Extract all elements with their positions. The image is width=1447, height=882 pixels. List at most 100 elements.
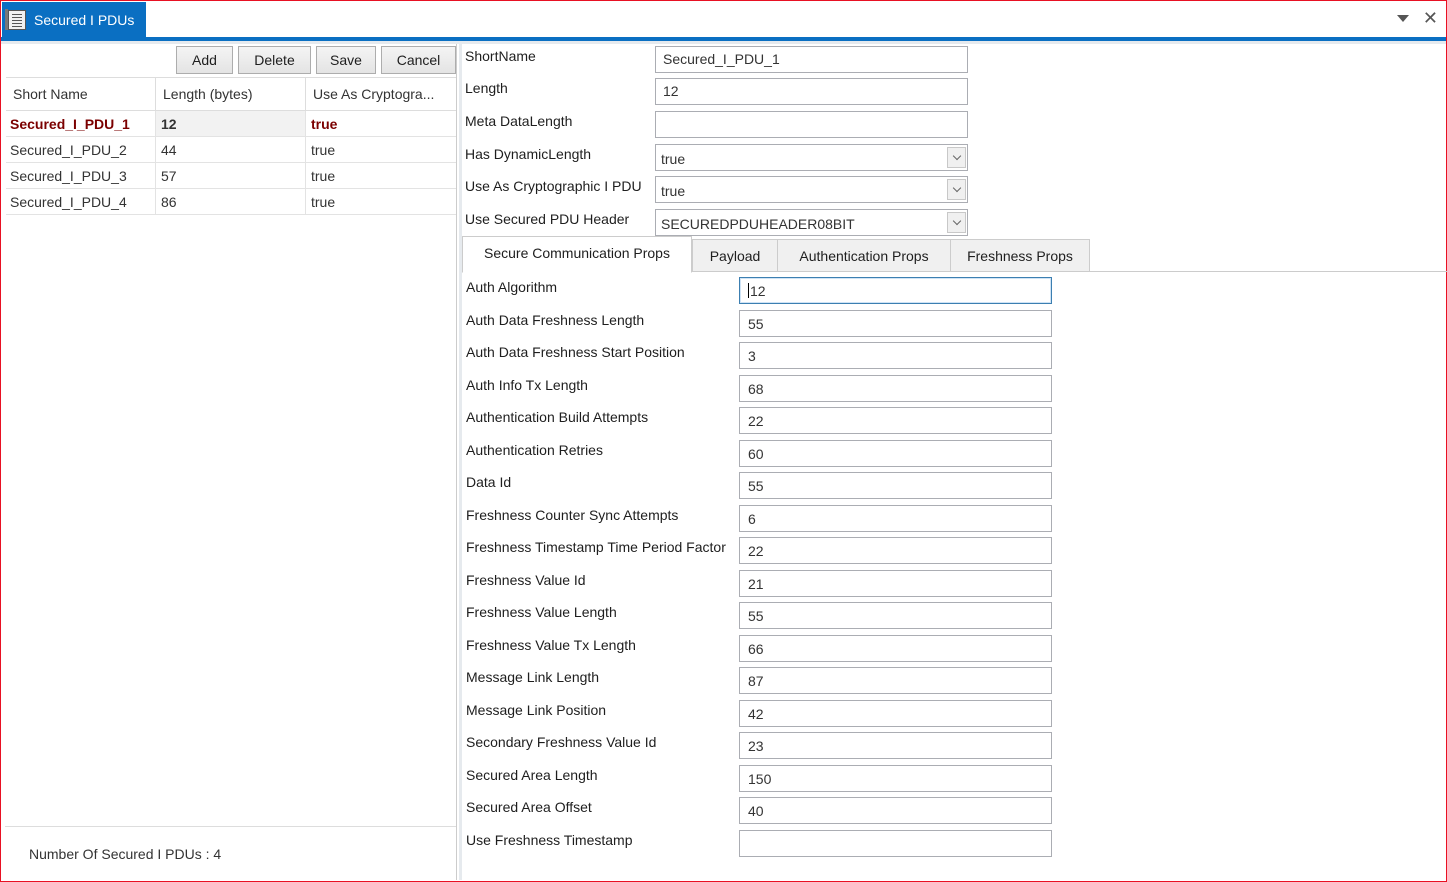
cell-use-as-crypto: true [311,193,336,210]
secure-prop-input[interactable]: 3 [739,342,1052,369]
column-header-short-name[interactable]: Short Name [6,78,156,110]
pdu-details-pane: ShortName Secured_I_PDU_1 Length 12 Meta… [459,44,1447,880]
cell-use-as-crypto: true [311,141,336,158]
secure-prop-row: Authentication Retries 60 [466,437,1066,467]
secure-prop-input[interactable]: 6 [739,504,1052,532]
secure-prop-row: Auth Data Freshness Start Position 3 [466,339,1066,369]
secure-prop-input[interactable]: 12 [739,277,1052,304]
secure-prop-input[interactable]: 87 [739,667,1052,694]
use-as-cryptographic-select[interactable]: true [655,176,968,203]
secure-prop-input[interactable]: 66 [739,634,1052,662]
pdu-grid: Short Name Length (bytes) Use As Cryptog… [6,77,456,215]
has-dynamic-length-select[interactable]: true [655,144,968,171]
save-button[interactable]: Save [316,46,376,74]
length-row: Length 12 [465,78,985,106]
secure-prop-label: Freshness Value Id [466,571,586,588]
tab-authentication-props[interactable]: Authentication Props [777,239,951,272]
document-tab[interactable]: Secured I PDUs [2,2,146,37]
cell-length: 12 [156,111,306,136]
add-button[interactable]: Add [176,46,233,74]
secure-prop-value: 3 [748,348,756,364]
secure-prop-row: Authentication Build Attempts 22 [466,404,1066,434]
secure-prop-row: Freshness Counter Sync Attempts 6 [466,502,1066,532]
secure-prop-input[interactable]: 21 [739,569,1052,597]
title-bar: Secured I PDUs ✕ [1,1,1446,37]
meta-data-length-label: Meta DataLength [465,113,573,129]
secure-prop-value: 66 [748,640,764,657]
secure-prop-label: Use Freshness Timestamp [466,831,633,848]
pdu-count-footer: Number Of Secured I PDUs : 4 [5,826,456,880]
cell-use-as-crypto: true [311,167,336,184]
secure-prop-value: 22 [748,413,764,429]
use-as-cryptographic-label: Use As Cryptographic I PDU [465,178,642,194]
secure-prop-row: Auth Data Freshness Length 55 [466,307,1066,337]
chevron-down-icon[interactable] [947,179,966,200]
tab-freshness-props[interactable]: Freshness Props [950,239,1090,272]
secure-prop-value: 12 [750,283,766,299]
secure-prop-value: 68 [748,380,764,397]
use-secured-pdu-header-label: Use Secured PDU Header [465,211,630,227]
column-header-length[interactable]: Length (bytes) [156,78,306,110]
secure-prop-row: Freshness Value Id 21 [466,567,1066,597]
secure-prop-value: 6 [748,510,756,527]
chevron-down-icon[interactable] [947,147,966,168]
secure-prop-row: Freshness Value Tx Length 66 [466,632,1066,662]
secure-prop-input[interactable] [739,829,1052,857]
cell-short-name: Secured_I_PDU_3 [6,163,156,188]
length-input[interactable]: 12 [655,78,968,105]
secure-prop-value: 40 [748,803,764,819]
secure-prop-row: Secured Area Length 150 [466,762,1066,792]
secure-communication-props-panel: Auth Algorithm 12 Auth Data Freshness Leng… [462,272,1447,878]
table-row[interactable]: Secured_I_PDU_4 86 true [6,189,456,215]
secure-prop-input[interactable]: 40 [739,797,1052,824]
table-row[interactable]: Secured_I_PDU_3 57 true [6,163,456,189]
secure-prop-input[interactable]: 23 [739,732,1052,759]
table-row[interactable]: Secured_I_PDU_1 12 true [6,111,456,137]
secure-prop-input[interactable]: 22 [739,407,1052,434]
cancel-button[interactable]: Cancel [381,46,456,74]
use-secured-pdu-header-row: Use Secured PDU Header SECUREDPDUHEADER0… [465,209,985,237]
toolbar: Add Delete Save Cancel [176,46,456,76]
delete-button[interactable]: Delete [238,46,311,74]
secure-prop-input[interactable]: 60 [739,439,1052,467]
secure-prop-label: Auth Data Freshness Length [466,311,645,328]
secure-prop-input[interactable]: 150 [739,764,1052,792]
secure-prop-input[interactable]: 55 [739,602,1052,629]
use-as-cryptographic-value: true [661,183,686,199]
close-icon[interactable]: ✕ [1423,9,1438,27]
secured-ipdus-window: Secured I PDUs ✕ Add Delete Save Cancel … [0,0,1447,882]
short-name-input[interactable]: Secured_I_PDU_1 [655,46,968,73]
secure-prop-row: Secured Area Offset 40 [466,794,1066,824]
use-secured-pdu-header-select[interactable]: SECUREDPDUHEADER08BIT [655,209,968,236]
meta-data-length-input[interactable] [655,111,968,138]
pdu-list-pane: Add Delete Save Cancel Short Name Length… [5,44,457,880]
secure-prop-input[interactable]: 42 [739,699,1052,727]
dropdown-arrow-icon[interactable] [1396,14,1409,22]
table-row[interactable]: Secured_I_PDU_2 44 true [6,137,456,163]
secure-prop-row: Freshness Value Length 55 [466,599,1066,629]
secure-prop-input[interactable]: 22 [739,537,1052,564]
secure-prop-row: Message Link Length 87 [466,664,1066,694]
has-dynamic-length-value: true [661,151,686,167]
cell-length: 57 [156,163,306,188]
secure-prop-value: 22 [748,543,764,559]
window-title: Secured I PDUs [34,11,135,28]
cell-short-name: Secured_I_PDU_2 [6,137,156,162]
pdu-count-text: Number Of Secured I PDUs : 4 [29,845,222,862]
secure-prop-row: Secondary Freshness Value Id 23 [466,729,1066,759]
secure-prop-label: Secured Area Offset [466,799,592,815]
secure-prop-input[interactable]: 55 [739,472,1052,499]
secure-prop-value: 87 [748,673,764,689]
chevron-down-icon[interactable] [947,212,966,233]
column-header-use-as-crypto[interactable]: Use As Cryptogra... [306,78,456,110]
tab-secure-communication-props[interactable]: Secure Communication Props [462,236,692,273]
secure-prop-label: Auth Algorithm [466,279,558,295]
cell-use-as-crypto: true [311,115,338,132]
secure-prop-label: Auth Data Freshness Start Position [466,344,685,360]
text-caret [748,283,749,298]
document-icon [5,8,26,30]
secure-prop-input[interactable]: 68 [739,374,1052,402]
secure-prop-value: 55 [748,478,764,494]
tab-payload[interactable]: Payload [692,239,778,272]
secure-prop-input[interactable]: 55 [739,309,1052,337]
